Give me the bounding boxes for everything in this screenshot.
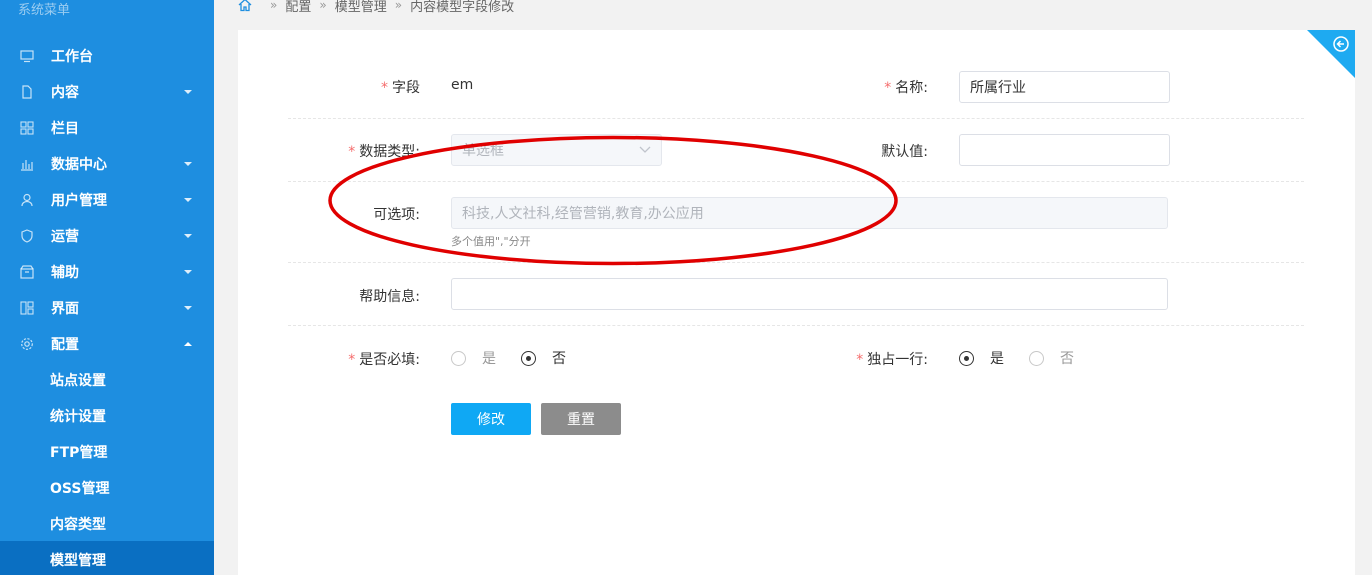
required-label: * 是否必填: — [348, 352, 420, 368]
sidebar-subitem-label: 模型管理 — [50, 553, 106, 569]
fullrow-label: * 独占一行: — [856, 352, 928, 368]
sidebar-title: 系统菜单 — [18, 3, 71, 18]
sidebar-item-label: 内容 — [51, 85, 79, 101]
sidebar-item-auxiliary[interactable]: 辅助 — [0, 254, 214, 290]
chevron-down-icon — [184, 306, 192, 310]
default-value-input[interactable] — [959, 134, 1170, 166]
radio-circle — [959, 350, 974, 366]
sidebar-item-label: 数据中心 — [51, 157, 107, 173]
sidebar-item-content[interactable]: 内容 — [0, 74, 214, 110]
sidebar-item-workbench[interactable]: 工作台 — [0, 38, 214, 74]
fullrow-yes-radio[interactable]: 是 — [959, 348, 1004, 368]
gear-icon — [21, 338, 33, 350]
sidebar-item-label: 运营 — [51, 229, 79, 245]
sidebar-item-label: 栏目 — [51, 121, 79, 137]
chevron-up-icon — [184, 342, 192, 346]
chevron-down-icon — [184, 270, 192, 274]
sidebar-subitem-label: 内容类型 — [50, 517, 106, 533]
radio-circle — [451, 350, 466, 366]
sidebar-subitem-site-settings[interactable]: 站点设置 — [0, 361, 214, 397]
sidebar-subitem-label: 统计设置 — [50, 409, 106, 425]
sidebar-item-user-management[interactable]: 用户管理 — [0, 182, 214, 218]
sidebar-item-config[interactable]: 配置 — [0, 326, 214, 362]
layout-icon — [20, 301, 34, 315]
radio-circle — [521, 350, 536, 366]
breadcrumb-item[interactable]: 配置 — [285, 0, 311, 15]
help-info-input[interactable] — [451, 278, 1168, 310]
sidebar-item-interface[interactable]: 界面 — [0, 290, 214, 326]
sidebar: 系统菜单 工作台 内容 栏目 数据中心 用户管理 运营 辅助 界面 配置 站点设… — [0, 0, 214, 575]
grid-icon — [20, 121, 34, 135]
name-label: * 名称: — [884, 80, 928, 96]
breadcrumb-item[interactable]: 模型管理 — [335, 0, 387, 15]
sidebar-subitem-ftp[interactable]: FTP管理 — [0, 433, 214, 469]
chevron-down-icon — [184, 198, 192, 202]
name-input[interactable]: 所属行业 — [959, 71, 1170, 103]
chevron-down-icon — [184, 234, 192, 238]
sidebar-item-data-center[interactable]: 数据中心 — [0, 146, 214, 182]
user-icon — [21, 193, 33, 207]
sidebar-item-operations[interactable]: 运营 — [0, 218, 214, 254]
field-name-label: * 字段 — [381, 80, 420, 96]
shield-icon — [21, 229, 33, 243]
sidebar-subitem-label: FTP管理 — [50, 445, 108, 461]
breadcrumb-separator: » — [319, 0, 327, 12]
required-yes-radio[interactable]: 是 — [451, 348, 496, 368]
submit-button[interactable]: 修改 — [451, 403, 531, 435]
box-icon — [20, 265, 34, 279]
breadcrumb-separator: » — [270, 0, 278, 12]
sidebar-subitem-model-management[interactable]: 模型管理 — [0, 541, 214, 575]
sidebar-item-label: 工作台 — [51, 49, 93, 65]
sidebar-item-label: 配置 — [51, 337, 79, 353]
sidebar-subitem-label: OSS管理 — [50, 481, 110, 497]
chevron-down-icon — [184, 162, 192, 166]
breadcrumb-item: 内容模型字段修改 — [410, 0, 515, 15]
breadcrumb: » 配置 » 模型管理 » 内容模型字段修改 — [238, 0, 515, 15]
bar-chart-icon — [21, 160, 33, 171]
breadcrumb-separator: » — [394, 0, 403, 12]
sidebar-item-label: 用户管理 — [51, 193, 107, 209]
radio-label: 否 — [552, 351, 566, 367]
monitor-icon — [20, 50, 34, 63]
form-panel: * 字段 em * 名称: 所属行业 * 数据类型: 单选框 默认值: 可选项: 科技… — [238, 30, 1355, 575]
radio-label: 是 — [482, 351, 496, 367]
sidebar-subitem-oss[interactable]: OSS管理 — [0, 469, 214, 505]
sidebar-subitem-content-types[interactable]: 内容类型 — [0, 505, 214, 541]
chevron-down-icon — [184, 90, 192, 94]
reset-button[interactable]: 重置 — [541, 403, 621, 435]
help-info-label: 帮助信息: — [359, 289, 420, 305]
field-name-value: em — [451, 77, 474, 93]
sidebar-subitem-stats-settings[interactable]: 统计设置 — [0, 397, 214, 433]
sidebar-item-label: 界面 — [51, 301, 79, 317]
row-divider — [288, 325, 1304, 326]
document-icon — [22, 85, 32, 99]
sidebar-subitem-label: 站点设置 — [50, 373, 106, 389]
sidebar-item-column[interactable]: 栏目 — [0, 110, 214, 146]
radio-label: 是 — [990, 351, 1004, 367]
annotation-ellipse — [328, 135, 898, 266]
required-no-radio[interactable]: 否 — [521, 348, 566, 368]
fullrow-no-radio[interactable]: 否 — [1029, 348, 1074, 368]
radio-circle — [1029, 350, 1044, 366]
home-icon[interactable] — [238, 0, 252, 12]
radio-label: 否 — [1060, 351, 1074, 367]
back-corner-button[interactable] — [1307, 30, 1355, 78]
sidebar-item-label: 辅助 — [51, 265, 79, 281]
row-divider — [288, 118, 1304, 119]
